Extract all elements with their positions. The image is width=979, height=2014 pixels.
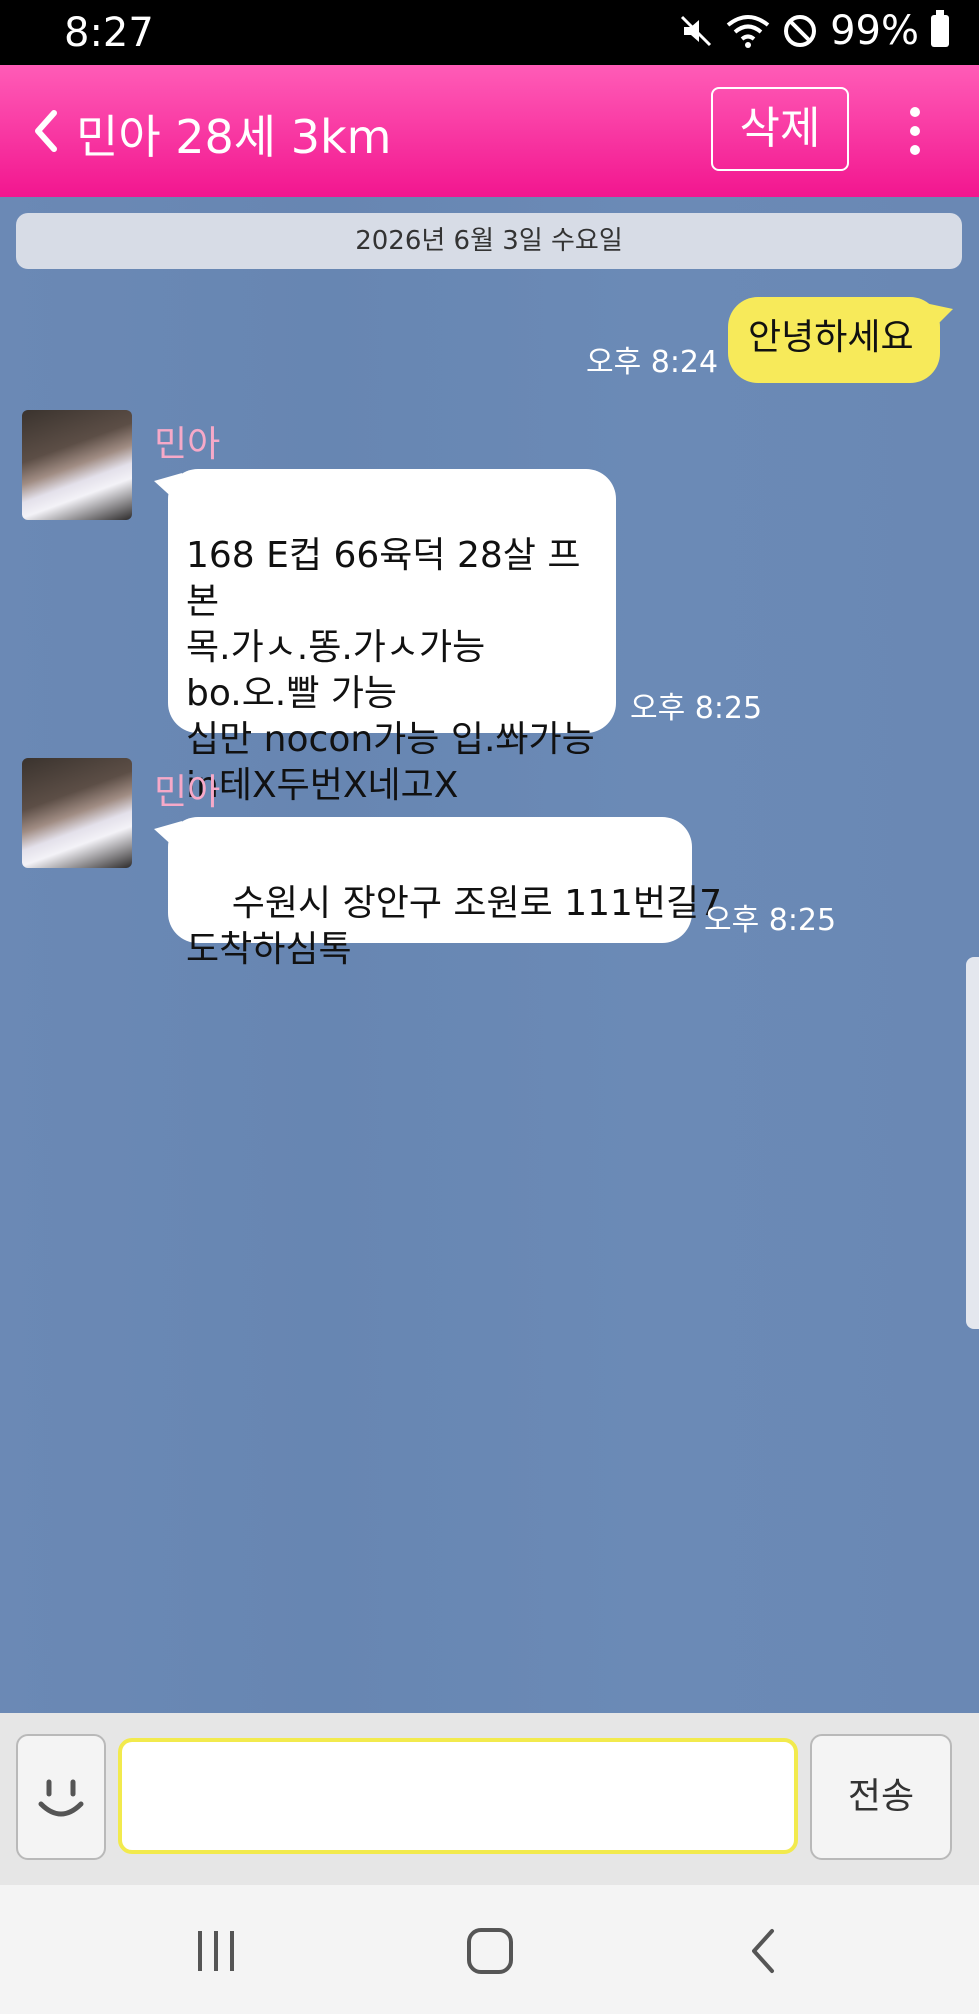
emoji-button[interactable]: [16, 1734, 106, 1860]
delete-button[interactable]: 삭제: [711, 87, 849, 171]
avatar[interactable]: [22, 758, 132, 868]
mute-icon: [681, 15, 712, 47]
received-message-bubble[interactable]: 168 E컵 66육덕 28살 프본 목.가ㅅ.똥.가ㅅ가능 bo.오.빨 가능…: [168, 469, 616, 806]
message-text: 168 E컵 66육덕 28살 프본 목.가ㅅ.똥.가ㅅ가능 bo.오.빨 가능…: [186, 535, 595, 806]
chat-header: 민아 28세 3km 삭제: [0, 65, 979, 197]
send-button[interactable]: 전송: [810, 1734, 952, 1860]
battery-percent: 99%: [830, 8, 919, 54]
my-message-bubble[interactable]: 안녕하세요: [728, 297, 940, 383]
scroll-handle[interactable]: [966, 957, 979, 1329]
status-bar: 8:27 99%: [0, 0, 979, 65]
message-input[interactable]: [118, 1738, 798, 1854]
message-time: 오후 8:25: [630, 691, 763, 726]
chat-title: 민아 28세 3km: [76, 110, 392, 164]
back-arrow-icon[interactable]: [26, 107, 66, 155]
block-icon: [784, 15, 817, 47]
smiley-icon: [38, 1779, 84, 1817]
battery-icon: [931, 10, 949, 47]
received-message-bubble[interactable]: 수원시 장안구 조원로 111번길7 도착하심톡: [168, 817, 722, 970]
avatar[interactable]: [22, 410, 132, 520]
wifi-icon: [726, 15, 770, 48]
message-time: 오후 8:25: [704, 903, 837, 938]
status-time: 8:27: [64, 10, 154, 56]
bubble-tail: [925, 303, 953, 331]
message-text: 수원시 장안구 조원로 111번길7 도착하심톡: [186, 883, 723, 970]
sender-name: 민아: [154, 424, 221, 465]
date-divider: 2026년 6월 3일 수요일: [16, 213, 962, 269]
input-bar: 전송: [0, 1713, 979, 1885]
back-icon[interactable]: [734, 1921, 794, 1981]
more-options-icon[interactable]: [900, 107, 930, 159]
chat-area[interactable]: 2026년 6월 3일 수요일 오후 8:24 안녕하세요 민아 168 E컵 …: [0, 197, 979, 1713]
message-text: 안녕하세요: [748, 317, 914, 358]
message-time: 오후 8:24: [586, 345, 719, 380]
status-icons: 99%: [678, 8, 949, 54]
recent-apps-icon[interactable]: [186, 1921, 246, 1981]
sender-name: 민아: [154, 772, 221, 813]
home-icon[interactable]: [460, 1921, 520, 1981]
navigation-bar: [0, 1885, 979, 2014]
